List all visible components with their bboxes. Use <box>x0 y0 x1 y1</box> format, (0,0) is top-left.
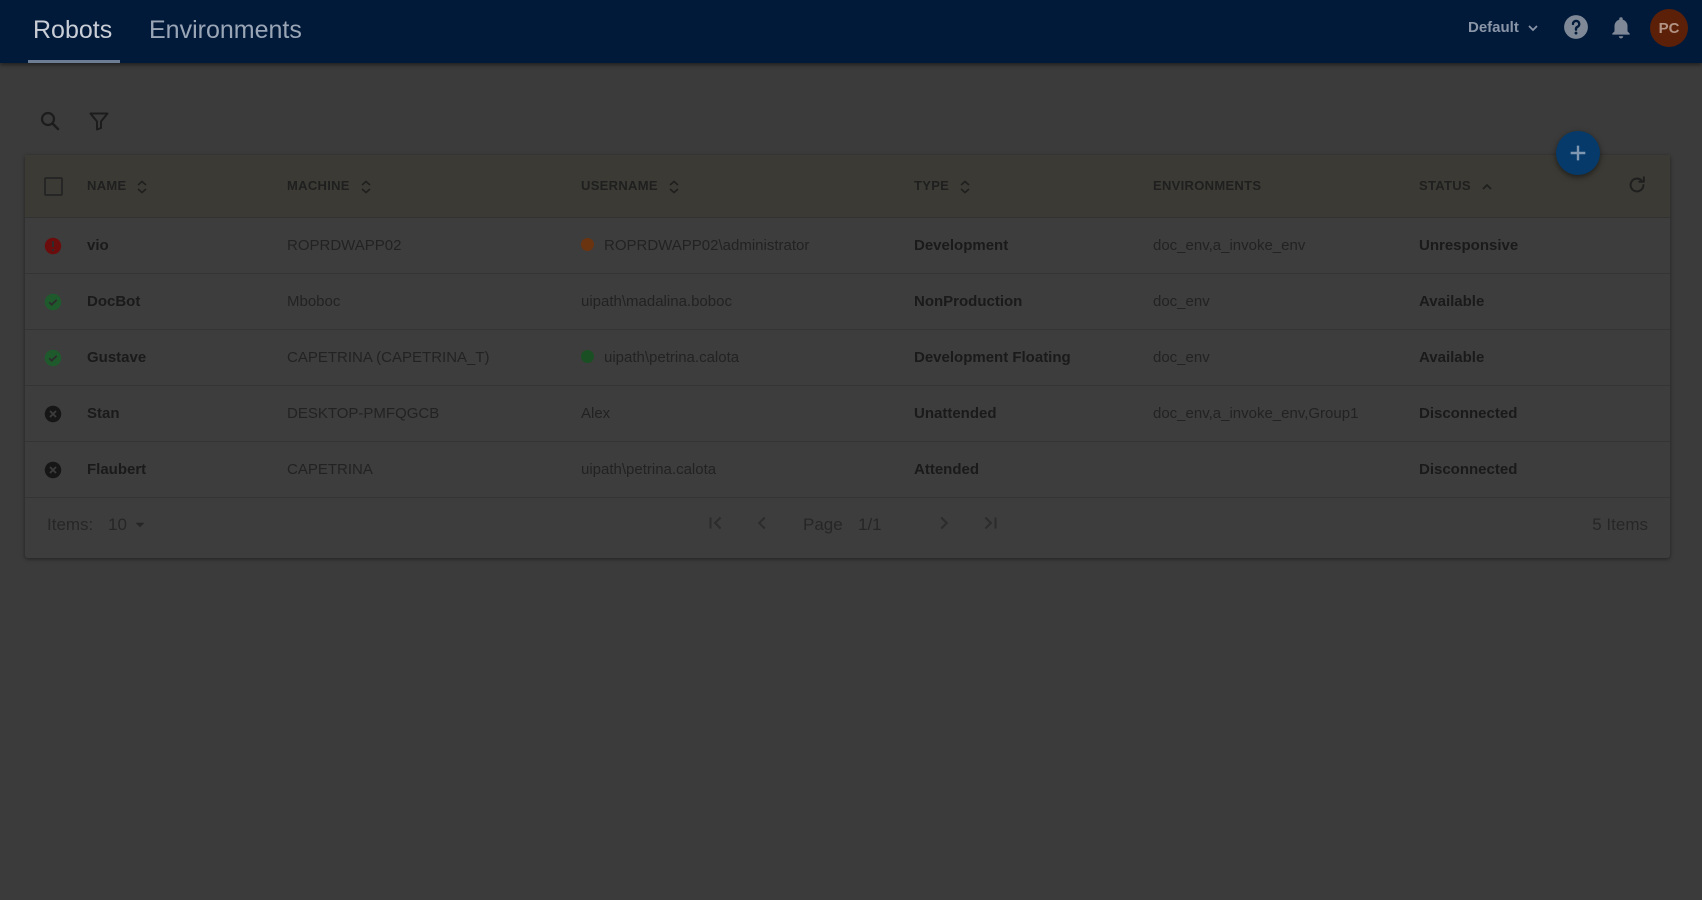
next-page-icon[interactable] <box>933 512 955 534</box>
refresh-icon[interactable] <box>1626 174 1648 196</box>
robot-environments: doc_env <box>1153 293 1210 310</box>
user-status-dot <box>581 349 594 363</box>
robot-environments: doc_env,a_invoke_env,Group1 <box>1153 405 1359 422</box>
tab-environments[interactable]: Environments <box>149 0 302 63</box>
robot-name: Gustave <box>87 349 147 366</box>
check-circle-icon <box>44 293 62 311</box>
column-header-label: USERNAME <box>581 178 658 193</box>
column-header-status[interactable]: STATUS <box>1419 155 1493 217</box>
table-row[interactable]: Stan DESKTOP-PMFQGCB Alex Unattended doc… <box>25 386 1670 442</box>
avatar[interactable]: PC <box>1650 9 1688 47</box>
robot-type: Development <box>914 237 1009 254</box>
previous-page-icon[interactable] <box>751 512 773 534</box>
user-status-dot <box>581 237 594 251</box>
dropdown-arrow-icon <box>135 522 145 528</box>
tab-robots[interactable]: Robots <box>33 0 112 63</box>
column-header-machine[interactable]: MACHINE <box>287 155 372 217</box>
username-text: uipath\madalina.boboc <box>581 293 732 310</box>
robot-machine: DESKTOP-PMFQGCB <box>287 405 440 422</box>
page-label: Page <box>803 515 843 534</box>
username-text: ROPRDWAPP02\administrator <box>604 237 810 254</box>
robots-table-card: NAME MACHINE USERNAME TYPE ENVIRONMENTS … <box>25 155 1670 558</box>
tenant-label: Default <box>1468 19 1519 36</box>
robot-status: Unresponsive <box>1419 237 1519 254</box>
plus-icon <box>1570 145 1586 161</box>
page-indicator: 1/1 <box>858 515 882 534</box>
username-text: Alex <box>581 405 611 422</box>
column-header-label: STATUS <box>1419 178 1471 193</box>
robot-type: Development Floating <box>914 349 1071 366</box>
check-circle-icon <box>44 349 62 367</box>
items-per-page-label: Items: <box>47 515 94 534</box>
error-icon <box>44 237 62 255</box>
sort-ascending-icon <box>1482 183 1492 190</box>
robot-machine: CAPETRINA (CAPETRINA_T) <box>287 349 490 366</box>
top-app-bar: Robots Environments Default PC <box>0 0 1702 63</box>
robot-status: Disconnected <box>1419 461 1518 478</box>
username-text: uipath\petrina.calota <box>581 461 717 478</box>
column-header-environments: ENVIRONMENTS <box>1153 155 1261 217</box>
tenant-selector[interactable]: Default <box>1468 19 1541 36</box>
select-all-checkbox[interactable] <box>44 177 63 196</box>
robot-status: Disconnected <box>1419 405 1518 422</box>
items-per-page-value: 10 <box>108 515 127 534</box>
robot-username: uipath\madalina.boboc <box>581 274 732 329</box>
table-row[interactable]: Gustave CAPETRINA (CAPETRINA_T) uipath\p… <box>25 330 1670 386</box>
robot-username: uipath\petrina.calota <box>581 442 716 497</box>
add-robot-button[interactable] <box>1556 131 1600 175</box>
sort-icon <box>669 179 679 194</box>
items-per-page-select[interactable]: 10 <box>108 515 149 535</box>
robot-type: Attended <box>914 461 979 478</box>
robot-name: vio <box>87 237 109 254</box>
table-row[interactable]: DocBot Mboboc uipath\madalina.boboc NonP… <box>25 274 1670 330</box>
first-page-icon[interactable] <box>705 512 727 534</box>
bell-icon[interactable] <box>1608 14 1634 40</box>
robot-environments: doc_env,a_invoke_env <box>1153 237 1306 254</box>
robot-status: Available <box>1419 293 1485 310</box>
chevron-down-icon <box>1528 24 1538 31</box>
column-header-username[interactable]: USERNAME <box>581 155 680 217</box>
cancel-circle-icon <box>44 405 62 423</box>
robot-environments: doc_env <box>1153 349 1210 366</box>
cancel-circle-icon <box>44 461 62 479</box>
robot-machine: Mboboc <box>287 293 341 310</box>
sort-icon <box>361 179 371 194</box>
robot-name: Flaubert <box>87 461 147 478</box>
robot-type: NonProduction <box>914 293 1023 310</box>
active-tab-indicator <box>28 60 120 63</box>
robot-username: Alex <box>581 386 610 441</box>
robot-type: Unattended <box>914 405 997 422</box>
sort-icon <box>960 179 970 194</box>
total-items-count: 5 Items <box>1592 515 1648 534</box>
column-header-label: MACHINE <box>287 178 350 193</box>
column-header-label: NAME <box>87 178 127 193</box>
username-text: uipath\petrina.calota <box>604 349 740 366</box>
robot-username: ROPRDWAPP02\administrator <box>581 218 809 273</box>
robot-machine: ROPRDWAPP02 <box>287 237 402 254</box>
column-header-type[interactable]: TYPE <box>914 155 971 217</box>
table-header: NAME MACHINE USERNAME TYPE ENVIRONMENTS … <box>25 155 1670 218</box>
table-row[interactable]: vio ROPRDWAPP02 ROPRDWAPP02\administrato… <box>25 218 1670 274</box>
table-row[interactable]: Flaubert CAPETRINA uipath\petrina.calota… <box>25 442 1670 498</box>
column-header-name[interactable]: NAME <box>87 155 148 217</box>
robot-status: Available <box>1419 349 1485 366</box>
help-icon[interactable] <box>1563 14 1589 40</box>
robot-username: uipath\petrina.calota <box>581 330 739 385</box>
sort-icon <box>137 179 147 194</box>
robot-name: Stan <box>87 405 120 422</box>
last-page-icon[interactable] <box>979 512 1001 534</box>
filter-icon[interactable] <box>87 109 111 133</box>
column-header-label: ENVIRONMENTS <box>1153 178 1262 193</box>
column-header-label: TYPE <box>914 178 950 193</box>
robot-machine: CAPETRINA <box>287 461 373 478</box>
robot-name: DocBot <box>87 293 141 310</box>
search-icon[interactable] <box>38 109 62 133</box>
